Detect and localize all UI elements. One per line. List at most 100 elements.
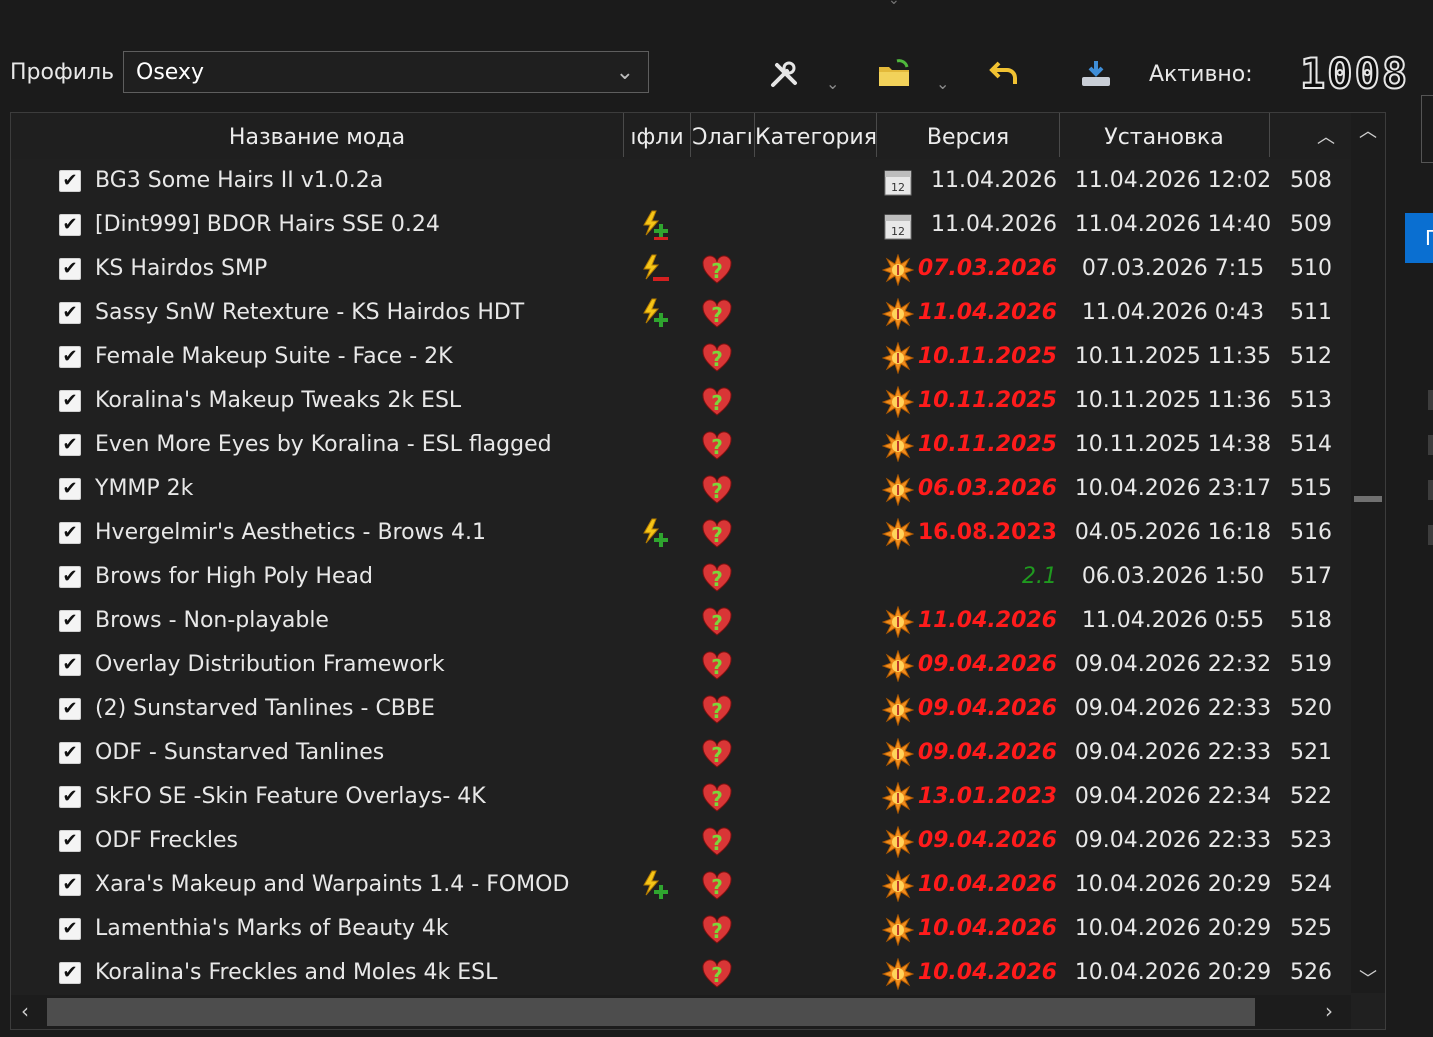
column-header-name[interactable]: Название мода [11, 113, 623, 159]
mod-row[interactable]: ✔ ODF Freckles? 09.04.2026 09.04.2026 22:33… [11, 820, 1351, 864]
mod-row[interactable]: ✔ Even More Eyes by Koralina - ESL flagge… [11, 424, 1351, 468]
restore-backup-button[interactable] [986, 56, 1022, 92]
vertical-scrollbar[interactable]: ︿ ﹀ [1351, 113, 1385, 993]
svg-text:12: 12 [891, 181, 905, 194]
column-separator[interactable] [1269, 113, 1270, 157]
sort-ascending-icon[interactable]: ︿ [1317, 123, 1335, 149]
mod-row[interactable]: ✔ BG3 Some Hairs II v1.0.2a 12 11.04.2026 11… [11, 160, 1351, 204]
scroll-left-icon[interactable]: ‹ [21, 999, 29, 1023]
mod-name: Koralina's Freckles and Moles 4k ESL [95, 960, 498, 985]
mod-enabled-checkbox[interactable]: ✔ [59, 962, 81, 984]
mod-row[interactable]: ✔ Female Makeup Suite - Face - 2K? 10.11.2… [11, 336, 1351, 380]
mod-install-date: 09.04.2026 22:34 [1074, 784, 1272, 809]
mod-enabled-checkbox[interactable]: ✔ [59, 390, 81, 412]
mod-install-date: 11.04.2026 0:55 [1081, 608, 1265, 633]
version-warning-icon [881, 297, 915, 331]
svg-text:12: 12 [891, 225, 905, 238]
folder-dropdown-icon[interactable]: ⌄ [936, 74, 949, 93]
mod-list[interactable]: Название мода ıфли Ͻлагı Категория Верси… [10, 112, 1386, 1030]
mod-version: 10.11.2025 [917, 344, 1057, 369]
mod-install-date: 10.04.2026 23:17 [1074, 476, 1272, 501]
mod-enabled-checkbox[interactable]: ✔ [59, 610, 81, 632]
mod-row[interactable]: ✔ YMMP 2k? 06.03.2026 10.04.2026 23:17 515 [11, 468, 1351, 512]
svg-text:?: ? [711, 831, 723, 855]
version-warning-icon [881, 253, 915, 287]
right-panel-tab[interactable]: П [1405, 213, 1433, 263]
scroll-down-icon[interactable]: ﹀ [1359, 965, 1377, 991]
mod-enabled-checkbox[interactable]: ✔ [59, 918, 81, 940]
mod-row[interactable]: ✔ Hvergelmir's Aesthetics - Brows 4.1? 16.… [11, 512, 1351, 556]
mod-name: YMMP 2k [95, 476, 194, 501]
vertical-scroll-thumb[interactable] [1354, 496, 1382, 502]
mod-version: 10.04.2026 [917, 872, 1057, 897]
mod-enabled-checkbox[interactable]: ✔ [59, 698, 81, 720]
profile-select[interactable]: Osexy ⌄ [123, 51, 649, 93]
no-valid-game-data-icon: ? [701, 386, 733, 418]
horizontal-scrollbar[interactable]: ‹ › [11, 995, 1351, 1029]
open-folder-button[interactable] [876, 56, 912, 92]
mod-enabled-checkbox[interactable]: ✔ [59, 258, 81, 280]
mod-row[interactable]: ✔ Sassy SnW Retexture - KS Hairdos HDT? 11… [11, 292, 1351, 336]
mod-row[interactable]: ✔ Brows - Non-playable? 11.04.2026 11.04.20… [11, 600, 1351, 644]
mod-enabled-checkbox[interactable]: ✔ [59, 434, 81, 456]
mod-enabled-checkbox[interactable]: ✔ [59, 830, 81, 852]
mod-enabled-checkbox[interactable]: ✔ [59, 302, 81, 324]
create-backup-button[interactable] [1078, 56, 1114, 92]
mod-priority: 521 [1290, 740, 1332, 765]
version-warning-icon [881, 473, 915, 507]
right-panel-field[interactable] [1421, 95, 1433, 163]
mod-enabled-checkbox[interactable]: ✔ [59, 874, 81, 896]
chevron-down-icon: ⌄ [615, 60, 634, 85]
mod-enabled-checkbox[interactable]: ✔ [59, 654, 81, 676]
mod-row[interactable]: ✔ SkFO SE -Skin Feature Overlays- 4K? 13.0… [11, 776, 1351, 820]
tools-button[interactable] [766, 56, 802, 92]
mod-enabled-checkbox[interactable]: ✔ [59, 346, 81, 368]
column-header-category[interactable]: Категория [755, 113, 876, 159]
mod-version: 2.1 [1022, 564, 1057, 589]
horizontal-scroll-thumb[interactable] [47, 998, 1255, 1026]
mod-version: 07.03.2026 [917, 256, 1057, 281]
mod-enabled-checkbox[interactable]: ✔ [59, 214, 81, 236]
column-header-installed[interactable]: Установка [1060, 113, 1268, 159]
mod-row[interactable]: ✔ (2) Sunstarved Tanlines - CBBE? 09.04.20… [11, 688, 1351, 732]
mod-name: Overlay Distribution Framework [95, 652, 445, 677]
column-header-conflicts[interactable]: ıфли [624, 113, 690, 159]
mod-row[interactable]: ✔ [Dint999] BDOR Hairs SSE 0.24 12 11.04.20… [11, 204, 1351, 248]
mod-row[interactable]: ✔ Koralina's Makeup Tweaks 2k ESL? 10.11.2… [11, 380, 1351, 424]
mod-row[interactable]: ✔ Koralina's Freckles and Moles 4k ESL? 10… [11, 952, 1351, 996]
mod-version: 09.04.2026 [917, 828, 1057, 853]
mod-enabled-checkbox[interactable]: ✔ [59, 478, 81, 500]
mod-row[interactable]: ✔ Xara's Makeup and Warpaints 1.4 - FOMOD… [11, 864, 1351, 908]
mod-enabled-checkbox[interactable]: ✔ [59, 522, 81, 544]
mod-priority: 519 [1290, 652, 1332, 677]
mod-enabled-checkbox[interactable]: ✔ [59, 566, 81, 588]
mod-priority: 518 [1290, 608, 1332, 633]
column-header-flags[interactable]: Ͻлагı [691, 113, 754, 159]
mod-row[interactable]: ✔ Lamenthia's Marks of Beauty 4k? 10.04.20… [11, 908, 1351, 952]
no-valid-game-data-icon: ? [701, 738, 733, 770]
mod-enabled-checkbox[interactable]: ✔ [59, 170, 81, 192]
tools-dropdown-icon[interactable]: ⌄ [826, 74, 839, 93]
top-collapse-icon[interactable]: ⌄ [888, 0, 900, 8]
mod-priority: 514 [1290, 432, 1332, 457]
mod-enabled-checkbox[interactable]: ✔ [59, 742, 81, 764]
mod-row[interactable]: ✔ KS Hairdos SMP? 07.03.2026 07.03.2026 7:1… [11, 248, 1351, 292]
column-header-version[interactable]: Версия [877, 113, 1059, 159]
version-warning-icon [881, 869, 915, 903]
conflict-overwrites-icon [638, 517, 672, 551]
mod-enabled-checkbox[interactable]: ✔ [59, 786, 81, 808]
scroll-up-icon[interactable]: ︿ [1359, 117, 1377, 143]
mod-install-date: 09.04.2026 22:32 [1074, 652, 1272, 677]
mod-row[interactable]: ✔ Brows for High Poly Head? 2.1 06.03.2026 … [11, 556, 1351, 600]
mod-row[interactable]: ✔ ODF - Sunstarved Tanlines? 09.04.2026 09.… [11, 732, 1351, 776]
version-warning-icon [881, 429, 915, 463]
svg-text:?: ? [711, 391, 723, 415]
mod-name: Hvergelmir's Aesthetics - Brows 4.1 [95, 520, 486, 545]
mod-install-date: 10.04.2026 20:29 [1074, 960, 1272, 985]
mod-row[interactable]: ✔ Overlay Distribution Framework? 09.04.20… [11, 644, 1351, 688]
scroll-right-icon[interactable]: › [1325, 999, 1333, 1023]
mod-install-date: 11.04.2026 12:02 [1074, 168, 1272, 193]
mod-install-date: 07.03.2026 7:15 [1081, 256, 1265, 281]
version-warning-icon [881, 605, 915, 639]
right-panel-divider [1428, 525, 1433, 545]
